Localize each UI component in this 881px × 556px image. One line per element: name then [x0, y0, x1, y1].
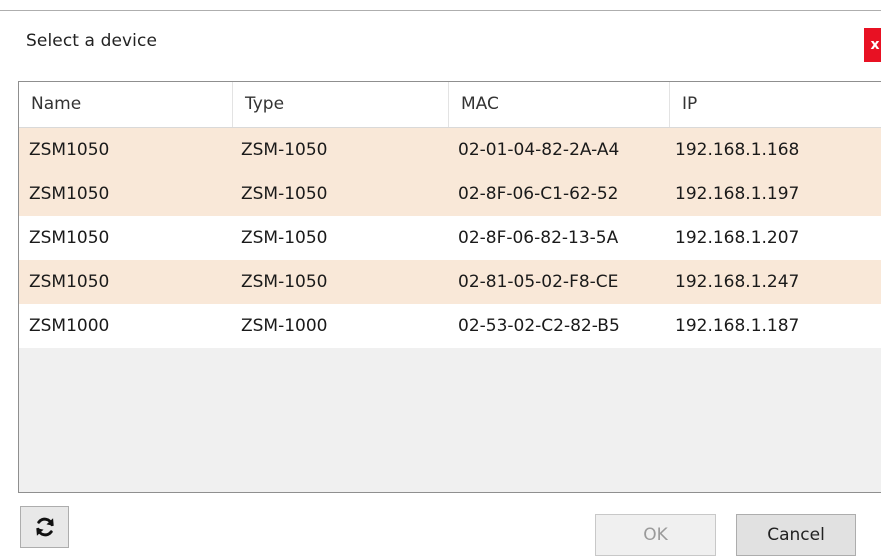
- close-button[interactable]: x: [864, 28, 881, 62]
- cell-mac: 02-8F-06-82-13-5A: [458, 228, 619, 248]
- column-header-type[interactable]: Type: [233, 82, 449, 127]
- cell-name: ZSM1050: [29, 272, 110, 292]
- cell-name: ZSM1050: [29, 184, 110, 204]
- cell-ip: 192.168.1.247: [675, 272, 800, 292]
- dialog-title: Select a device: [26, 31, 158, 51]
- cell-type: ZSM-1000: [241, 316, 328, 336]
- cell-ip: 192.168.1.197: [675, 184, 800, 204]
- refresh-icon: [35, 517, 54, 537]
- cell-mac: 02-53-02-C2-82-B5: [458, 316, 620, 336]
- table-row[interactable]: ZSM1050 ZSM-1050 02-81-05-02-F8-CE 192.1…: [19, 260, 881, 304]
- cell-mac: 02-81-05-02-F8-CE: [458, 272, 619, 292]
- cell-mac: 02-01-04-82-2A-A4: [458, 140, 620, 160]
- table-row[interactable]: ZSM1050 ZSM-1050 02-8F-06-82-13-5A 192.1…: [19, 216, 881, 260]
- cell-mac: 02-8F-06-C1-62-52: [458, 184, 619, 204]
- window-top-border: [0, 0, 881, 11]
- column-header-mac[interactable]: MAC: [449, 82, 670, 127]
- refresh-button[interactable]: [20, 506, 69, 548]
- table-row[interactable]: ZSM1050 ZSM-1050 02-8F-06-C1-62-52 192.1…: [19, 172, 881, 216]
- table-header: Name Type MAC IP: [19, 82, 881, 128]
- cell-type: ZSM-1050: [241, 228, 328, 248]
- cell-type: ZSM-1050: [241, 184, 328, 204]
- select-device-dialog: Select a device x Name Type MAC IP ZSM10…: [0, 0, 881, 556]
- cell-name: ZSM1050: [29, 140, 110, 160]
- cell-name: ZSM1050: [29, 228, 110, 248]
- column-header-name[interactable]: Name: [19, 82, 233, 127]
- table-row[interactable]: ZSM1050 ZSM-1050 02-01-04-82-2A-A4 192.1…: [19, 128, 881, 172]
- cell-ip: 192.168.1.187: [675, 316, 800, 336]
- cell-type: ZSM-1050: [241, 140, 328, 160]
- cell-name: ZSM1000: [29, 316, 110, 336]
- cell-type: ZSM-1050: [241, 272, 328, 292]
- table-row[interactable]: ZSM1000 ZSM-1000 02-53-02-C2-82-B5 192.1…: [19, 304, 881, 348]
- ok-button[interactable]: OK: [595, 514, 716, 556]
- column-header-ip[interactable]: IP: [670, 82, 881, 127]
- cell-ip: 192.168.1.207: [675, 228, 800, 248]
- cancel-button[interactable]: Cancel: [736, 514, 856, 556]
- device-table[interactable]: Name Type MAC IP ZSM1050 ZSM-1050 02-01-…: [18, 81, 881, 493]
- cell-ip: 192.168.1.168: [675, 140, 800, 160]
- close-icon: x: [870, 37, 880, 53]
